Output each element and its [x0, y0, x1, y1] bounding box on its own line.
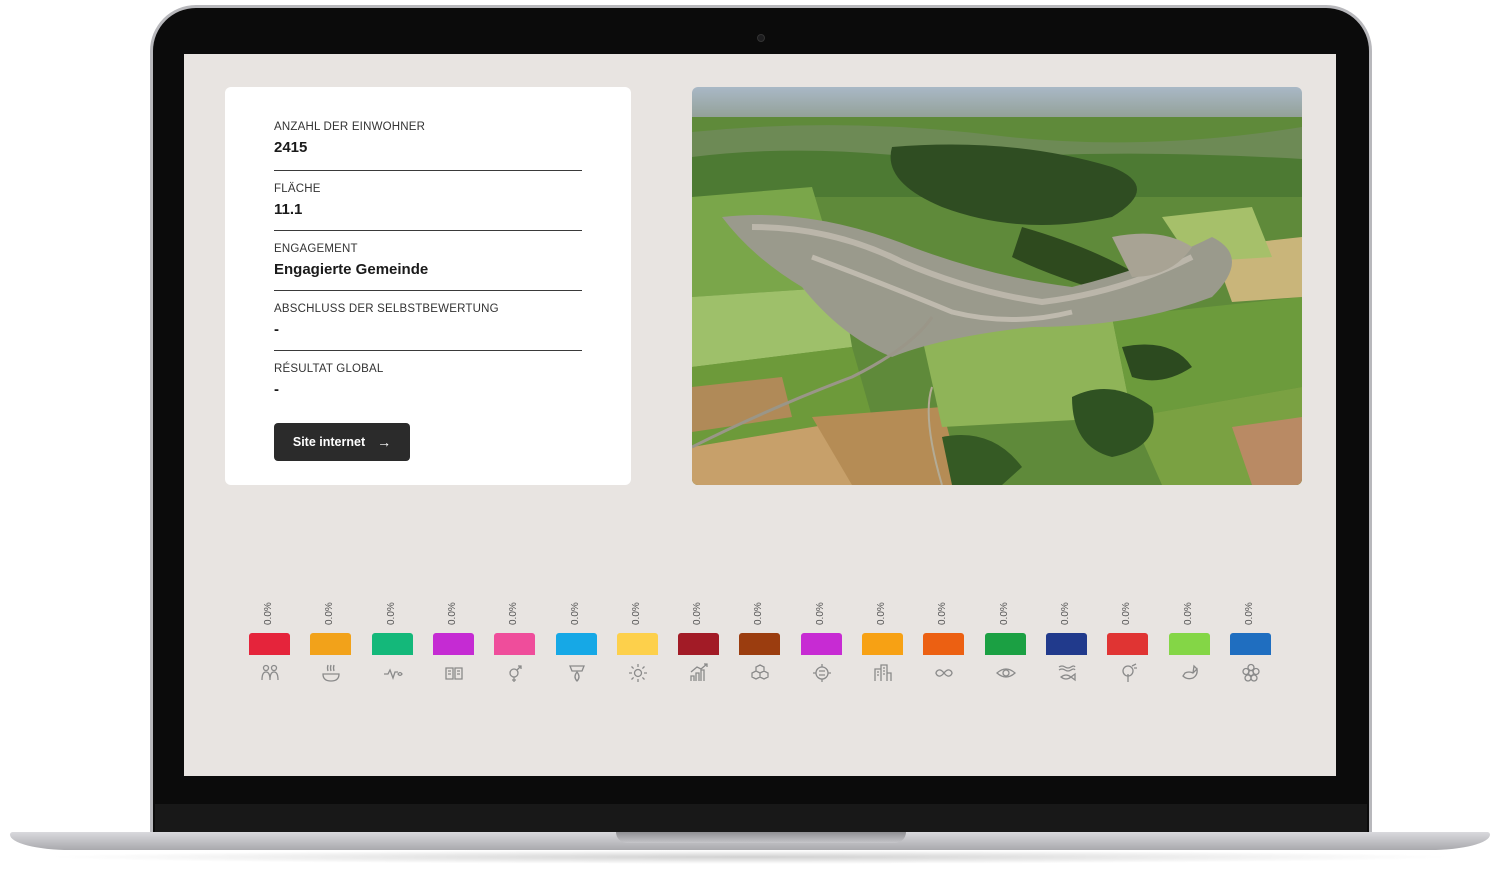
goal-color-swatch: [1107, 633, 1149, 655]
goal-color-swatch: [1229, 633, 1271, 655]
engagement-label: ENGAGEMENT: [274, 243, 358, 255]
goal-percentage: 0.0%: [385, 602, 397, 625]
eye-icon: [995, 662, 1017, 684]
goal-percentage: 0.0%: [998, 602, 1010, 625]
sdg-goal-7[interactable]: 0.0%: [616, 599, 658, 689]
cubes-icon: [749, 662, 771, 684]
people-icon: [259, 662, 281, 684]
global-result-field: RÉSULTAT GLOBAL -: [274, 351, 582, 411]
growth-chart-icon: [688, 662, 710, 684]
goal-color-swatch: [432, 633, 474, 655]
goal-color-swatch: [616, 633, 658, 655]
equality-icon: [811, 662, 833, 684]
sun-icon: [627, 662, 649, 684]
population-value: 2415: [274, 139, 308, 156]
laptop-shadow: [40, 850, 1460, 864]
global-result-value: -: [274, 381, 279, 398]
goal-color-swatch: [1045, 633, 1087, 655]
website-button-label: Site internet: [292, 435, 366, 449]
goal-color-swatch: [739, 633, 781, 655]
heartbeat-icon: [382, 662, 404, 684]
goal-percentage: 0.0%: [508, 602, 520, 625]
goal-percentage: 0.0%: [692, 602, 704, 625]
goal-percentage: 0.0%: [1243, 602, 1255, 625]
sdg-goal-4[interactable]: 0.0%: [432, 599, 474, 689]
sdg-goal-17[interactable]: 0.0%: [1229, 599, 1271, 689]
sdg-goal-13[interactable]: 0.0%: [984, 599, 1026, 689]
gender-icon: [504, 662, 526, 684]
engagement-field: ENGAGEMENT Engagierte Gemeinde: [274, 231, 582, 291]
goal-color-swatch: [555, 633, 597, 655]
goal-color-swatch: [371, 633, 413, 655]
selfassessment-label: ABSCHLUSS DER SELBSTBEWERTUNG: [274, 303, 499, 315]
sdg-goal-2[interactable]: 0.0%: [310, 599, 352, 689]
water-drop-icon: [566, 662, 588, 684]
goal-color-swatch: [984, 633, 1026, 655]
goal-color-swatch: [1168, 633, 1210, 655]
goal-color-swatch: [800, 633, 842, 655]
engagement-value: Engagierte Gemeinde: [274, 261, 429, 278]
book-icon: [443, 662, 465, 684]
arrow-right-icon: →: [377, 434, 392, 450]
goal-percentage: 0.0%: [263, 602, 274, 625]
sdg-goal-10[interactable]: 0.0%: [800, 599, 842, 689]
goal-color-swatch: [923, 633, 965, 655]
municipality-info-card: ANZAHL DER EINWOHNER 2415 FLÄCHE 11.1 EN…: [225, 87, 631, 485]
goal-percentage: 0.0%: [876, 602, 887, 625]
sdg-goal-12[interactable]: 0.0%: [923, 599, 965, 689]
goal-percentage: 0.0%: [1121, 602, 1133, 625]
goal-color-swatch: [494, 633, 536, 655]
area-label: FLÄCHE: [274, 183, 321, 195]
goal-color-swatch: [862, 633, 903, 655]
infinity-icon: [933, 662, 955, 684]
goal-color-swatch: [678, 633, 720, 655]
screen: ANZAHL DER EINWOHNER 2415 FLÄCHE 11.1 EN…: [184, 54, 1336, 776]
goal-color-swatch: [310, 633, 352, 655]
selfassessment-field: ABSCHLUSS DER SELBSTBEWERTUNG -: [274, 291, 582, 351]
fish-waves-icon: [1056, 662, 1078, 684]
tree-icon: [1117, 662, 1139, 684]
goal-color-swatch: [249, 633, 290, 655]
sdg-goals-strip: 0.0% 0.0% 0.0% 0.0% 0.0% 0.0% 0.0% 0.0% 0.0% 0.0%…: [249, 599, 1289, 689]
sdg-goal-15[interactable]: 0.0%: [1107, 599, 1149, 689]
website-button[interactable]: Site internet →: [274, 423, 410, 461]
webcam: [757, 34, 765, 42]
sdg-goal-16[interactable]: 0.0%: [1168, 599, 1210, 689]
sdg-goal-3[interactable]: 0.0%: [371, 599, 413, 689]
goal-percentage: 0.0%: [814, 602, 826, 625]
goal-percentage: 0.0%: [753, 602, 765, 625]
global-result-label: RÉSULTAT GLOBAL: [274, 363, 384, 375]
population-label: ANZAHL DER EINWOHNER: [274, 121, 426, 133]
city-icon: [872, 662, 894, 684]
goal-percentage: 0.0%: [630, 602, 642, 625]
goal-percentage: 0.0%: [446, 602, 458, 625]
sdg-goal-9[interactable]: 0.0%: [739, 599, 781, 689]
sdg-goal-11[interactable]: 0.0%: [862, 599, 903, 689]
sdg-goal-14[interactable]: 0.0%: [1045, 599, 1087, 689]
selfassessment-value: -: [274, 321, 279, 338]
sdg-goal-5[interactable]: 0.0%: [494, 599, 536, 689]
bowl-icon: [320, 662, 342, 684]
dove-icon: [1179, 662, 1201, 684]
flower-icon: [1240, 662, 1262, 684]
sdg-goal-1[interactable]: 0.0%: [249, 599, 290, 689]
population-field: ANZAHL DER EINWOHNER 2415: [274, 87, 582, 171]
sdg-goal-6[interactable]: 0.0%: [555, 599, 597, 689]
area-value: 11.1: [274, 201, 303, 218]
goal-percentage: 0.0%: [1059, 602, 1071, 625]
sdg-goal-8[interactable]: 0.0%: [678, 599, 720, 689]
aerial-village-photo: [692, 87, 1302, 485]
goal-percentage: 0.0%: [1182, 602, 1194, 625]
laptop-opening-notch: [616, 832, 906, 843]
goal-percentage: 0.0%: [324, 602, 336, 625]
area-field: FLÄCHE 11.1: [274, 171, 582, 231]
goal-percentage: 0.0%: [937, 602, 949, 625]
goal-percentage: 0.0%: [569, 602, 581, 625]
